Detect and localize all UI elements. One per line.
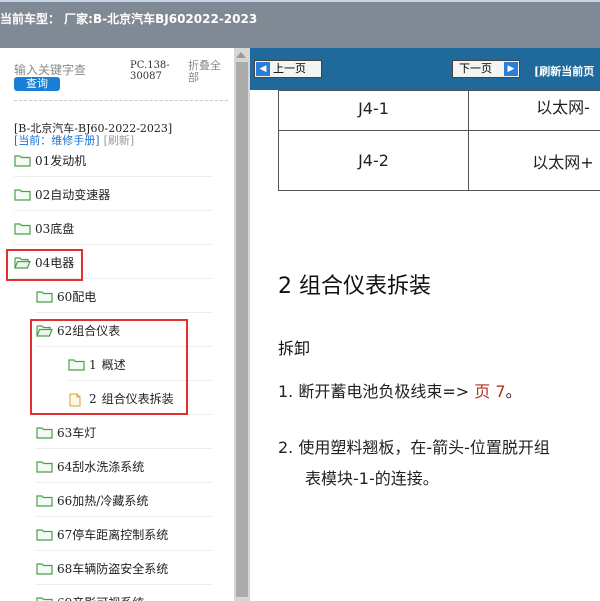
tree-item-label: 自动变速器 bbox=[50, 188, 111, 202]
folder-icon bbox=[36, 494, 53, 507]
tree-item-number: 03 bbox=[35, 221, 51, 236]
tree-item[interactable]: 64 刮水洗涤系统 bbox=[36, 451, 212, 483]
tree-item-label: 音影可视系统 bbox=[72, 594, 144, 601]
title-bar: 当前车型： 厂家:B-北京汽车BJ602022-2023 bbox=[0, 0, 600, 48]
table-cell: J4-1 bbox=[278, 90, 469, 131]
prev-page-button[interactable]: ◀ 上一页 bbox=[254, 60, 322, 78]
table-cell: J4-2 bbox=[278, 130, 469, 191]
arrow-left-icon: ◀ bbox=[256, 62, 270, 76]
tree-item-label: 车辆防盗安全系统 bbox=[72, 562, 169, 576]
step-number: 1. bbox=[278, 382, 294, 401]
search-input[interactable] bbox=[14, 62, 114, 78]
arrow-right-icon: ▶ bbox=[504, 62, 518, 76]
tree-item-label: 底盘 bbox=[50, 222, 75, 236]
highlight-box-electrical bbox=[6, 249, 83, 281]
scroll-thumb[interactable] bbox=[236, 62, 248, 597]
folder-icon bbox=[36, 426, 53, 439]
tree-item-number: 64 bbox=[57, 459, 73, 474]
tree-item-label: 车灯 bbox=[72, 426, 97, 440]
refresh-page-link[interactable]: [刷新当前页 bbox=[534, 63, 594, 79]
tree-item-number: 68 bbox=[57, 561, 73, 576]
divider bbox=[14, 100, 228, 101]
tree-item[interactable]: 69音影可视系统 bbox=[36, 587, 212, 601]
step-2: 2. 使用塑料翘板，在-箭头-位置脱开组 表模块-1-的连接。 bbox=[278, 432, 550, 494]
fold-all-link[interactable]: 折叠全部 bbox=[188, 60, 228, 84]
table-row: J4-2 以太网+ bbox=[278, 130, 600, 191]
pc-code: PC.138-30087 bbox=[130, 60, 170, 82]
step-1: 1. 断开蓄电池负极线束=> 页 7。 bbox=[278, 376, 522, 407]
tree-item-label: 加热/冷藏系统 bbox=[72, 494, 149, 508]
next-page-label: 下一页 bbox=[459, 62, 492, 75]
tree-item[interactable]: 68 车辆防盗安全系统 bbox=[36, 553, 212, 585]
section-heading: 2 组合仪表拆装 bbox=[278, 274, 431, 299]
tree-item[interactable]: 60 配电 bbox=[36, 281, 212, 313]
tree-item-label: 刮水洗涤系统 bbox=[72, 460, 145, 474]
folder-icon bbox=[36, 528, 53, 541]
tree-item-number: 63 bbox=[57, 425, 73, 440]
next-page-button[interactable]: 下一页 ▶ bbox=[452, 60, 520, 78]
highlight-box-instrument-cluster bbox=[30, 319, 188, 415]
page-link[interactable]: 页 7 bbox=[474, 382, 505, 401]
tree-item[interactable]: 01 发动机 bbox=[14, 145, 212, 177]
tree-item[interactable]: 66 加热/冷藏系统 bbox=[36, 485, 212, 517]
scroll-up-arrow-icon[interactable] bbox=[236, 52, 246, 58]
folder-icon bbox=[14, 154, 31, 167]
folder-icon bbox=[14, 188, 31, 201]
folder-icon bbox=[14, 222, 31, 235]
content-panel: ◀ 上一页 下一页 ▶ [刷新当前页 J4-1 以太网- J4-2 以太网+ 2… bbox=[250, 48, 600, 601]
prev-page-label: 上一页 bbox=[273, 62, 306, 75]
tree-item-number: 66 bbox=[57, 493, 73, 508]
folder-icon bbox=[36, 562, 53, 575]
page-nav-bar: ◀ 上一页 下一页 ▶ [刷新当前页 bbox=[250, 48, 600, 90]
step-number: 2. bbox=[278, 438, 294, 457]
tree-item-label: 停车距离控制系统 bbox=[72, 528, 169, 542]
table-row: J4-1 以太网- bbox=[278, 90, 600, 131]
tree-item[interactable]: 63 车灯 bbox=[36, 417, 212, 449]
sidebar-scrollbar[interactable] bbox=[234, 48, 250, 601]
sidebar: 查询 PC.138-30087 折叠全部 [B-北京汽车-BJ60-2022-2… bbox=[0, 48, 234, 601]
tree-item-label: 发动机 bbox=[50, 154, 87, 168]
folder-icon bbox=[36, 460, 53, 473]
step-text-line1: 使用塑料翘板，在-箭头-位置脱开组 bbox=[298, 438, 550, 457]
tree-item-label: 配电 bbox=[72, 290, 97, 304]
sub-heading: 拆卸 bbox=[278, 339, 311, 358]
folder-icon bbox=[36, 596, 53, 601]
tree-item-number: 67 bbox=[57, 527, 73, 542]
query-button[interactable]: 查询 bbox=[14, 77, 60, 91]
step-text: 断开蓄电池负极线束=> bbox=[298, 382, 470, 401]
table-cell: 以太网- bbox=[468, 90, 600, 131]
tree-item-number: 02 bbox=[35, 187, 51, 202]
window-title: 当前车型： 厂家:B-北京汽车BJ602022-2023 bbox=[0, 12, 258, 26]
folder-icon bbox=[36, 290, 53, 303]
step-text-line2: 表模块-1-的连接。 bbox=[305, 469, 439, 488]
tree-item[interactable]: 02 自动变速器 bbox=[14, 179, 212, 211]
tree-item-number: 01 bbox=[35, 153, 51, 168]
tree-item[interactable]: 67 停车距离控制系统 bbox=[36, 519, 212, 551]
step-tail: 。 bbox=[505, 382, 522, 401]
tree-item-number: 69 bbox=[57, 596, 72, 601]
tree-item[interactable]: 03 底盘 bbox=[14, 213, 212, 245]
connector-table: J4-1 以太网- J4-2 以太网+ bbox=[278, 90, 600, 191]
tree-item-number: 60 bbox=[57, 289, 73, 304]
table-cell: 以太网+ bbox=[468, 130, 600, 191]
